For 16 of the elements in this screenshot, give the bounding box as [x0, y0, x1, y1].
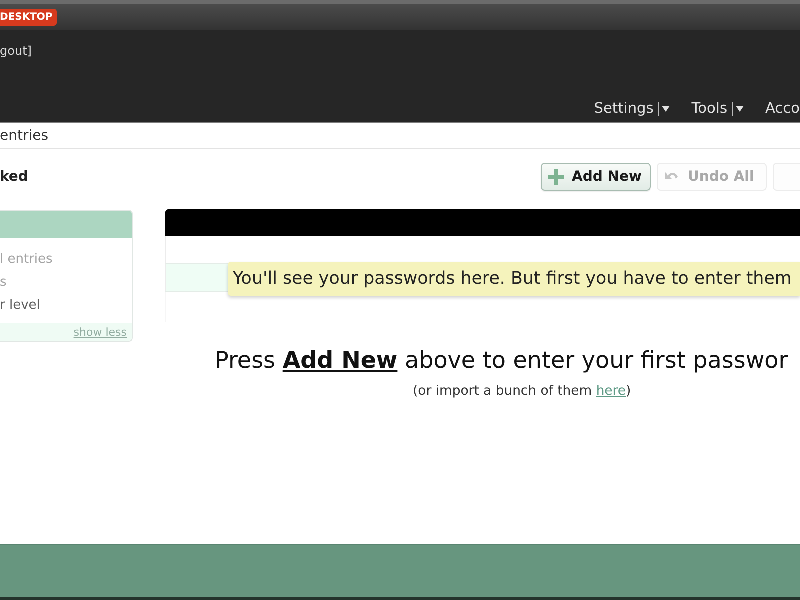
import-link[interactable]: here	[596, 384, 626, 399]
caret-icon	[662, 106, 670, 112]
breadcrumb-text: entries	[0, 128, 49, 144]
nav-menu-item[interactable]: Settings	[594, 99, 670, 119]
section-title: ked	[0, 168, 28, 187]
add-new-button[interactable]: Add New	[541, 163, 651, 191]
import-hint: (or import a bunch of them here)	[413, 383, 632, 401]
logout-link[interactable]: gout]	[0, 42, 32, 60]
logo-badge: DESKTOP	[0, 9, 57, 26]
nav-menu-item[interactable]: Acco	[766, 99, 800, 119]
nav-menu-item[interactable]: Tools	[692, 99, 744, 119]
filter-item[interactable]: r level	[0, 294, 132, 317]
caret-icon	[736, 106, 744, 112]
plus-icon	[548, 169, 564, 185]
tip-banner: You'll see your passwords here. But first you have to enter them	[228, 262, 800, 296]
empty-message: Press Add New above to enter your first passwor	[215, 347, 790, 376]
